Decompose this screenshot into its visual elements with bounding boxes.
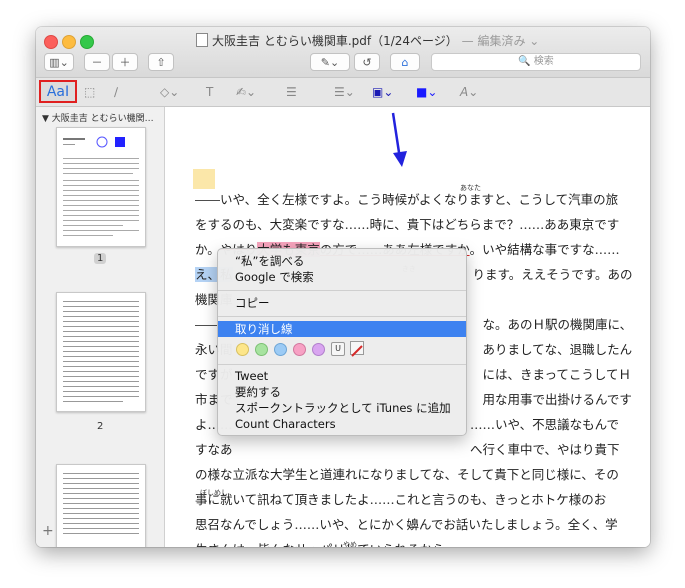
thumbnail-sidebar: ▼ 大阪圭吉 とむらい機関… 1 2 + [36, 107, 165, 547]
strikethrough-glyph [351, 345, 363, 357]
search-input[interactable]: 🔍 検索 [431, 53, 641, 71]
menu-item-add-to-itunes[interactable]: スポークントラックとして iTunes に追加 [218, 400, 466, 416]
text-style-button[interactable]: AaI [39, 80, 77, 103]
text-line: 生さんは、皆んなサッパリしていられるから……。 [195, 537, 635, 547]
title-bar: 大阪圭吉 とむらい機関車.pdf（1/24ページ） — 編集済み ⌄ ▥⌄ － … [36, 27, 650, 78]
sign-icon[interactable]: ✍⌄ [236, 83, 256, 101]
sidebar-document-title[interactable]: ▼ 大阪圭吉 とむらい機関… [42, 111, 154, 124]
page-thumbnail-preview [63, 136, 139, 236]
underline-icon[interactable]: U [331, 342, 345, 356]
menu-item-google-search[interactable]: Google で検索 [218, 269, 466, 285]
menu-item-copy[interactable]: コピー [218, 295, 466, 311]
minimize-button[interactable] [62, 35, 76, 49]
strikethrough-icon[interactable] [350, 341, 364, 357]
arrow-annotation[interactable] [385, 111, 409, 169]
note-annotation[interactable] [193, 169, 215, 189]
page-thumbnail[interactable] [56, 292, 146, 412]
page-number: 1 [94, 253, 107, 264]
blue-highlight-swatch[interactable] [274, 343, 287, 356]
page-thumbnail-preview [63, 301, 139, 402]
page-thumbnail[interactable] [56, 464, 146, 547]
text-line: 事に就いて訊ねて頂きましたよ……これと言うのも、きっとホトケ様のお [195, 492, 607, 507]
share-button[interactable]: ⇧ [148, 53, 174, 71]
window-title: 大阪圭吉 とむらい機関車.pdf（1/24ページ） — 編集済み ⌄ [196, 32, 539, 49]
font-icon[interactable]: A⌄ [460, 83, 478, 101]
menu-item-count-characters[interactable]: Count Characters [218, 416, 466, 432]
zoom-button[interactable] [80, 35, 94, 49]
rectangular-selection-icon[interactable]: ⬚ [84, 83, 95, 101]
menu-separator [218, 316, 466, 317]
menu-item-tweet[interactable]: Tweet [218, 368, 466, 384]
page-thumbnail-preview [63, 473, 139, 534]
border-color-icon[interactable]: ▣⌄ [372, 83, 393, 101]
menu-item-strikethrough[interactable]: 取り消し線 [218, 321, 466, 337]
menu-item-summarize[interactable]: 要約する [218, 384, 466, 400]
yellow-highlight-swatch[interactable] [236, 343, 249, 356]
menu-separator [218, 364, 466, 365]
markup-toolbar: AaI ⬚ ∕ ◇⌄ T ✍⌄ ☰ ☰⌄ ▣⌄ ■⌄ A⌄ [36, 78, 650, 107]
text-line: ――いや、全く左様ですよ。こう時候がよくなりますと、こうして汽車の旅 [195, 192, 619, 207]
add-page-button[interactable]: + [42, 523, 54, 539]
menu-separator [218, 290, 466, 291]
zoom-in-button[interactable]: ＋ [112, 53, 138, 71]
sidebar-toggle-button[interactable]: ▥⌄ [44, 53, 74, 71]
sketch-icon[interactable]: ∕ [114, 83, 118, 101]
green-highlight-swatch[interactable] [255, 343, 268, 356]
text-line: をするのも、大変楽ですな……時に、貴下はどちらまで？……ああ東京です [195, 217, 620, 232]
purple-highlight-swatch[interactable] [312, 343, 325, 356]
text-line: すなあ へ行く車中で、やはり貴下 [195, 442, 620, 457]
pdf-document-icon [196, 33, 208, 47]
close-button[interactable] [44, 35, 58, 49]
window-title-text: 大阪圭吉 とむらい機関車.pdf（1/24ページ） [212, 34, 458, 48]
markup-toggle-button[interactable]: ✎⌄ [310, 53, 350, 71]
page-thumbnail[interactable] [56, 127, 146, 247]
text-box-icon[interactable]: T [206, 83, 213, 101]
rotate-button[interactable]: ↺ [354, 53, 380, 71]
toolbox-button[interactable]: ⌂ [390, 53, 420, 71]
menu-item-look-up[interactable]: “私”を調べる [218, 253, 466, 269]
shapes-icon[interactable]: ◇⌄ [160, 83, 179, 101]
page-number: 2 [97, 421, 104, 432]
text-line: 思召なんでしょう……いや、とにかく嬶んでお話いたしましょう。全く、学 [195, 517, 618, 532]
line-style-icon[interactable]: ☰⌄ [334, 83, 355, 101]
text-line: の様な立派な大学生と道連れになりましてな、そして貴下と同じ様に、その [195, 467, 619, 482]
pink-highlight-swatch[interactable] [293, 343, 306, 356]
edited-status[interactable]: — 編集済み ⌄ [462, 34, 540, 48]
zoom-out-button[interactable]: － [84, 53, 110, 71]
note-icon[interactable]: ☰ [286, 83, 297, 101]
fill-color-icon[interactable]: ■⌄ [416, 83, 437, 101]
